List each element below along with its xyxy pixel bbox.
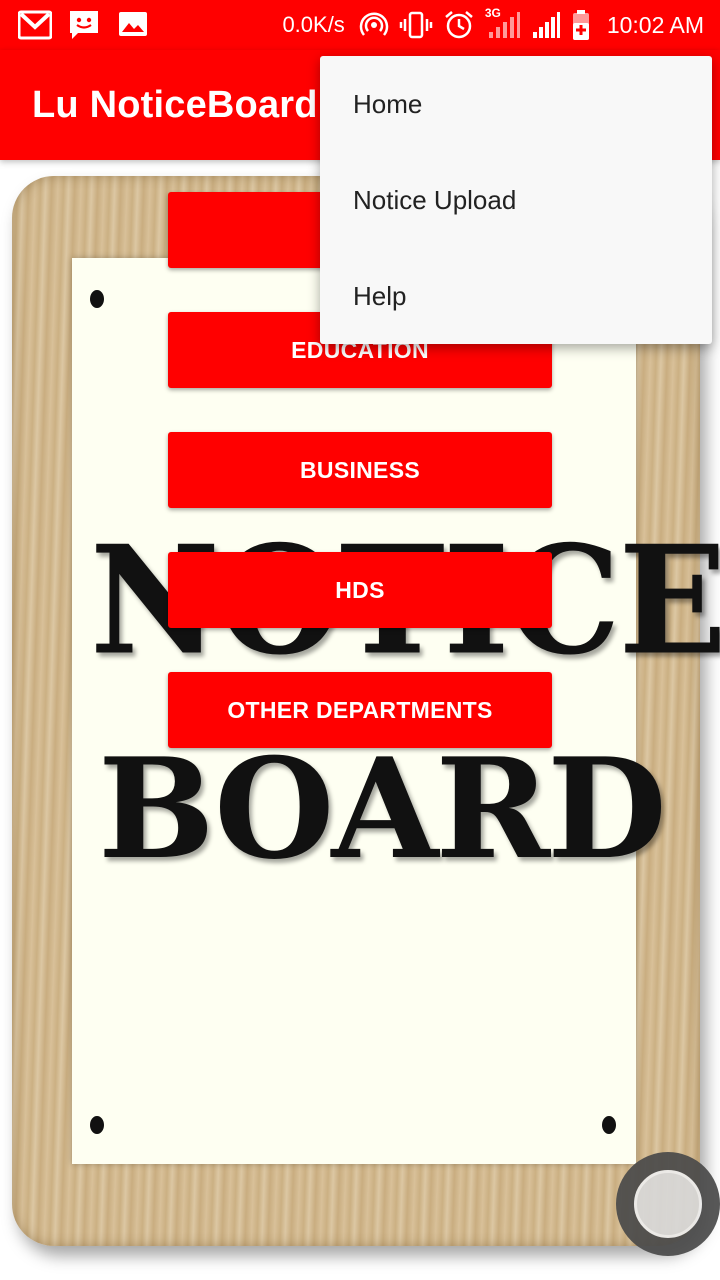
pin-bottom-left xyxy=(90,1116,104,1134)
clock: 10:02 AM xyxy=(606,11,704,38)
alarm-icon xyxy=(443,9,475,41)
system-status: 0.0K/s 3G 10:02 AM xyxy=(282,6,704,42)
pin-top-left xyxy=(90,290,104,308)
notification-icons xyxy=(17,9,150,41)
signal-icon xyxy=(531,10,561,40)
hotspot-icon xyxy=(359,10,389,40)
gallery-icon xyxy=(118,9,150,41)
net-speed: 0.0K/s xyxy=(282,12,345,37)
messages-icon xyxy=(68,9,100,41)
app-title: Lu NoticeBoard xyxy=(32,84,318,126)
assistive-touch-inner xyxy=(634,1170,702,1238)
battery-charging-icon xyxy=(571,9,591,41)
other-departments-button[interactable]: OTHER DEPARTMENTS xyxy=(168,672,552,748)
assistive-touch-button[interactable] xyxy=(616,1152,720,1256)
hds-button[interactable]: HDS xyxy=(168,552,552,628)
overflow-menu: Home Notice Upload Help xyxy=(320,56,712,344)
gmail-icon xyxy=(17,9,53,41)
board-text-board: BOARD xyxy=(98,727,667,890)
menu-item-help[interactable]: Help xyxy=(320,248,712,344)
pin-bottom-right xyxy=(602,1116,616,1134)
signal-3g-icon: 3G xyxy=(485,6,521,40)
menu-item-home[interactable]: Home xyxy=(320,56,712,152)
menu-item-notice-upload[interactable]: Notice Upload xyxy=(320,152,712,248)
vibrate-icon xyxy=(399,10,433,40)
business-button[interactable]: BUSINESS xyxy=(168,432,552,508)
status-bar: 0.0K/s 3G 10:02 AM xyxy=(0,0,720,50)
